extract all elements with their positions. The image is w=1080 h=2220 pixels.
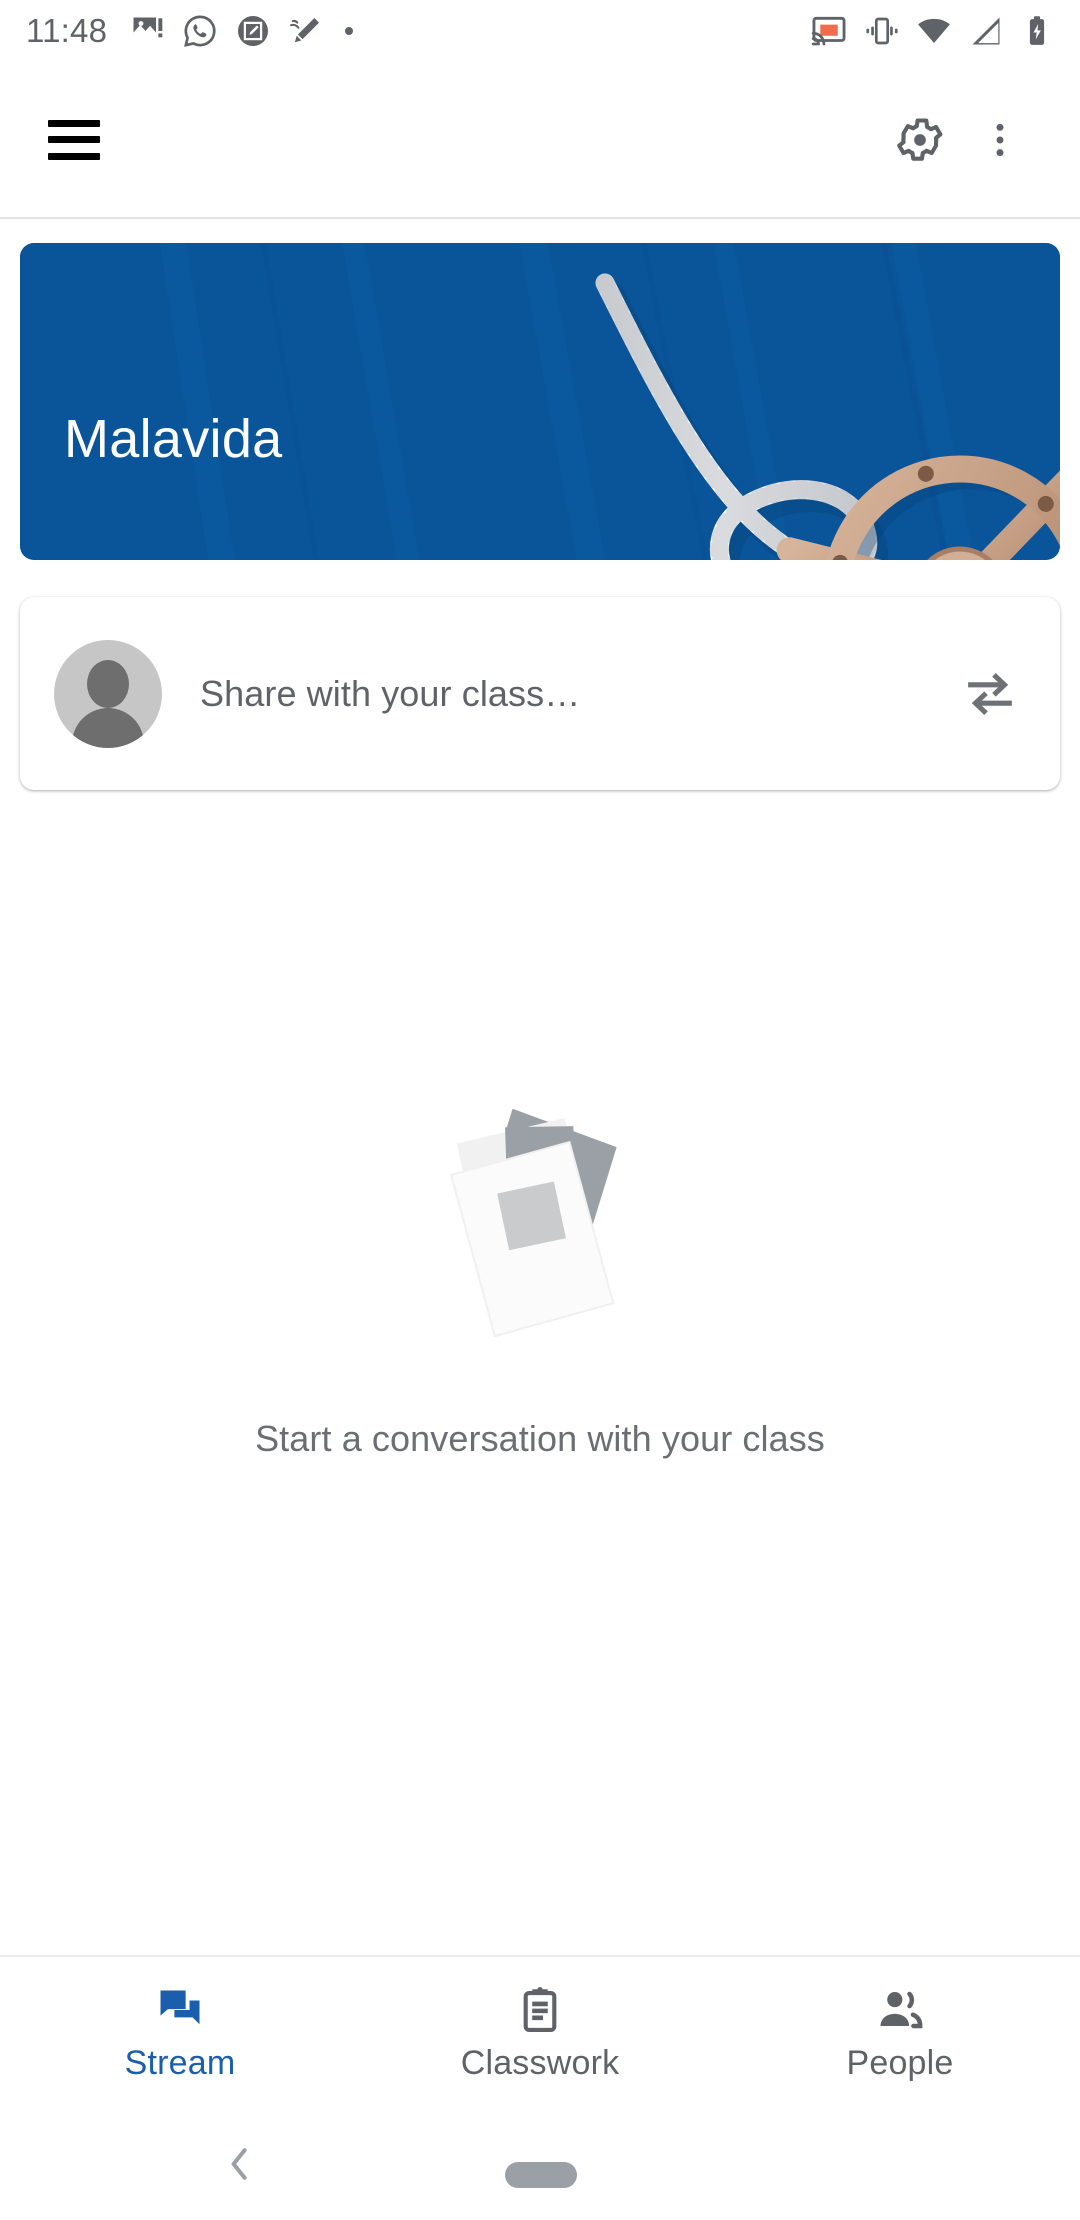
status-bar-clock: 11:48 (26, 12, 108, 49)
status-bar-system-icons (810, 12, 1054, 50)
settings-button[interactable] (880, 100, 960, 180)
class-banner[interactable]: Malavida (20, 243, 1060, 560)
class-name-title: Malavida (64, 409, 283, 469)
chat-bubbles-icon (160, 1990, 200, 2025)
gear-icon (897, 117, 943, 161)
whatsapp-icon (184, 15, 216, 47)
stylus-icon (290, 17, 320, 43)
dot-icon (345, 27, 354, 35)
people-icon (880, 1991, 923, 2029)
hamburger-menu-icon[interactable] (48, 119, 100, 160)
cell-signal-icon (972, 17, 1000, 45)
more-vert-icon (996, 123, 1004, 156)
app-bar (0, 62, 1080, 219)
avatar-body (72, 707, 144, 748)
empty-state-message: Start a conversation with your class (255, 1418, 825, 1459)
overflow-menu-button[interactable] (960, 100, 1040, 180)
system-navigation-bar (0, 2110, 1080, 2220)
avatar (54, 639, 162, 748)
banner-artwork (20, 243, 1060, 560)
wifi-icon (918, 18, 950, 43)
system-back-button[interactable] (210, 2134, 270, 2194)
screenshot-edit-icon (238, 16, 269, 46)
share-attach-button[interactable] (954, 658, 1026, 730)
share-with-class-card[interactable]: Share with your class… (20, 597, 1060, 790)
stacked-papers-illustration (449, 1108, 617, 1338)
nav-tab-classwork-label: Classwork (460, 2044, 620, 2082)
status-bar: 11:48 (0, 0, 1080, 62)
nav-tab-people[interactable]: People (720, 1956, 1080, 2111)
system-home-pill[interactable] (505, 2162, 577, 2188)
status-bar-notification-icons (129, 13, 810, 49)
nav-tab-stream-label: Stream (124, 2044, 236, 2082)
chevron-left-icon (231, 2148, 247, 2180)
avatar-head (87, 659, 129, 708)
cast-icon (811, 16, 846, 46)
nav-tab-stream[interactable]: Stream (0, 1956, 360, 2111)
empty-state: Start a conversation with your class (0, 1100, 1080, 1460)
nav-tab-people-label: People (846, 2044, 954, 2082)
share-input-placeholder[interactable]: Share with your class… (200, 673, 954, 715)
broken-image-icon (133, 17, 163, 38)
swap-arrows-icon (968, 672, 1012, 715)
bottom-navigation-bar: Stream Classwork People (0, 1955, 1080, 2110)
vibrate-icon (866, 17, 898, 45)
app-screen: 11:48 Malavida Share with your class… St… (0, 0, 1080, 2220)
battery-charging-icon (1029, 16, 1045, 45)
clipboard-icon (523, 1987, 557, 2032)
nav-tab-classwork[interactable]: Classwork (360, 1956, 720, 2111)
